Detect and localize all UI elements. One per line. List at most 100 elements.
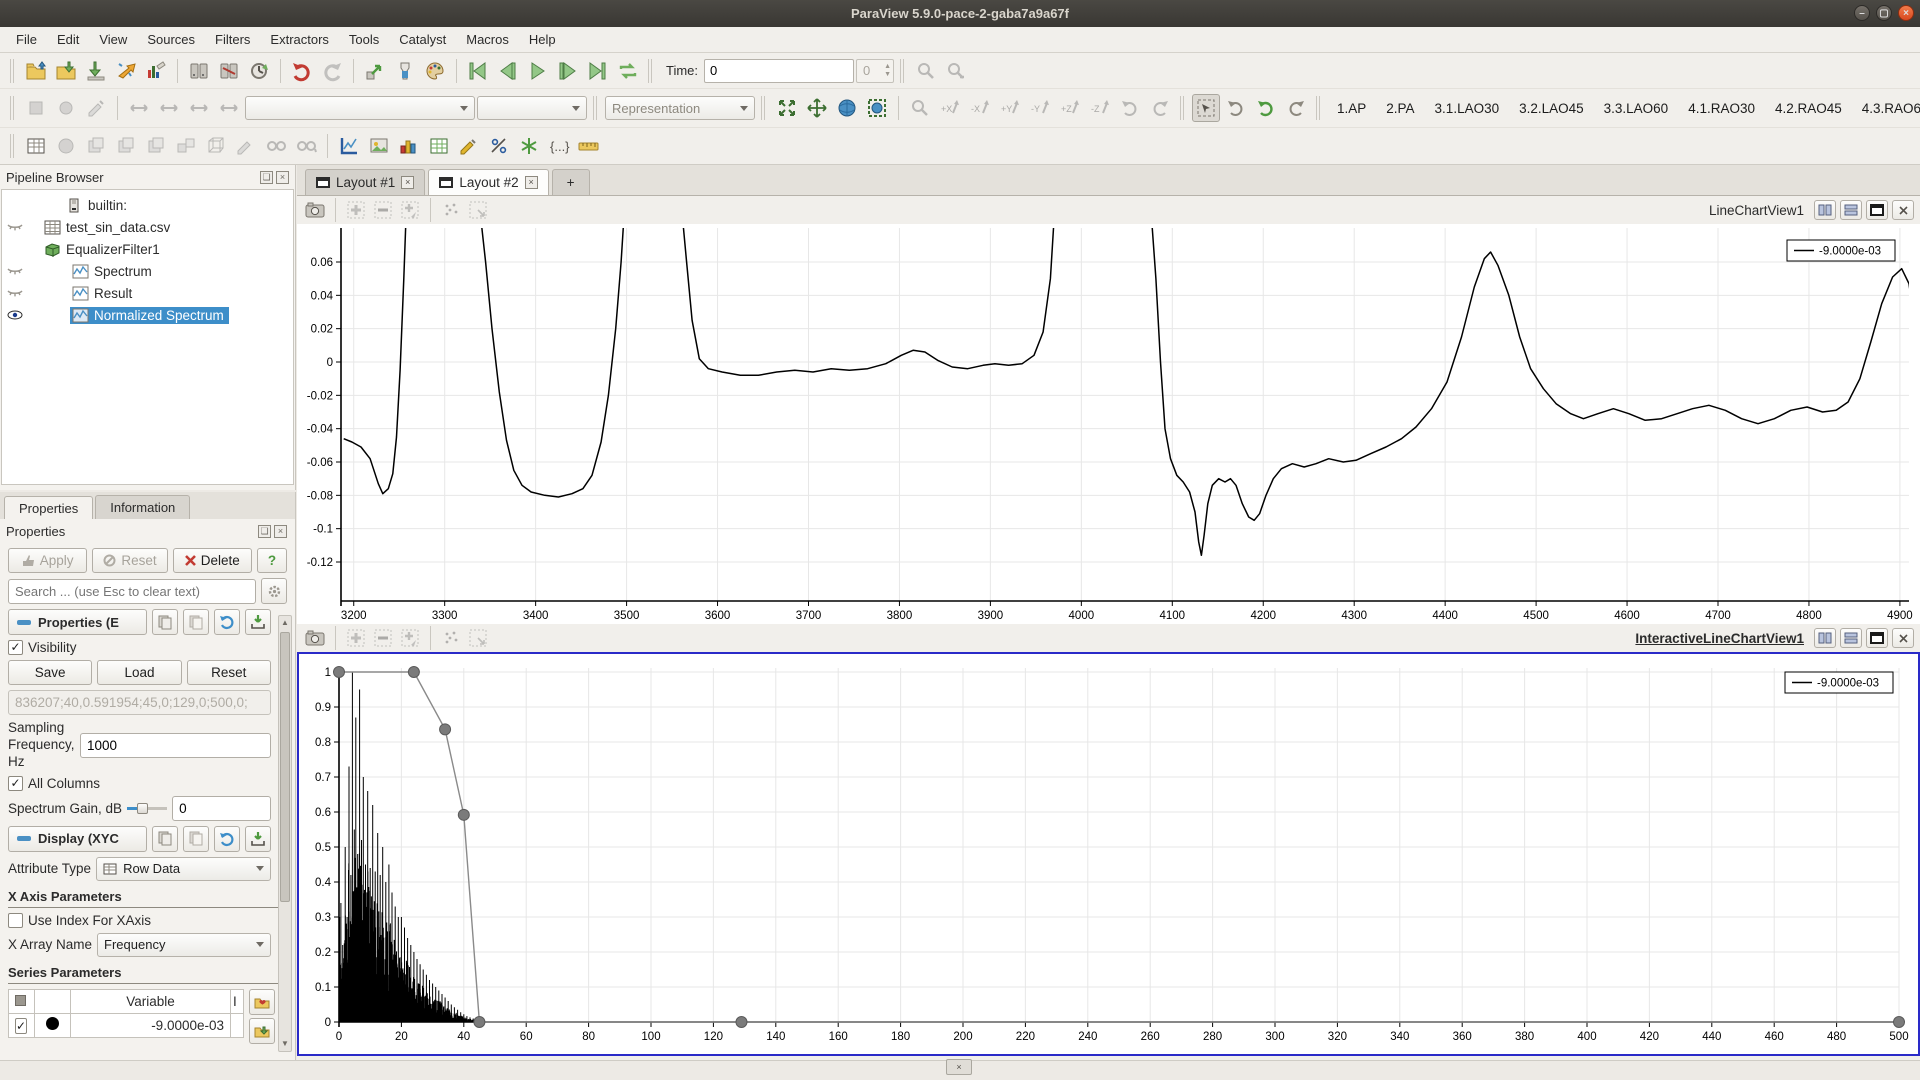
close-panel-icon[interactable]: ×	[274, 525, 287, 538]
menu-extractors[interactable]: Extractors	[260, 29, 339, 50]
slice-view-icon[interactable]	[52, 132, 80, 160]
split-vertical-icon[interactable]	[1840, 200, 1862, 220]
zoom-to-selection-icon[interactable]	[906, 94, 934, 122]
float-panel-icon[interactable]: ❏	[258, 525, 271, 538]
python-annotation-icon[interactable]	[515, 132, 543, 160]
select-points-icon[interactable]	[439, 626, 463, 650]
pipeline-item-result[interactable]: Result	[2, 282, 293, 304]
visibility-eye-closed-icon[interactable]	[2, 264, 28, 279]
close-view-icon[interactable]	[1892, 628, 1914, 648]
reset-camera-icon[interactable]	[773, 94, 801, 122]
split-horizontal-icon[interactable]	[1814, 628, 1836, 648]
time-index-spinner[interactable]: 0▲▼	[856, 59, 894, 83]
series-visible-checkbox[interactable]: ✓	[15, 1018, 27, 1034]
close-layout-icon[interactable]: ×	[401, 176, 414, 189]
attribute-type-combo[interactable]: Row Data	[96, 857, 271, 881]
copy-properties-icon[interactable]	[152, 609, 178, 635]
spectrum-gain-slider[interactable]	[127, 801, 167, 815]
play-icon[interactable]	[524, 57, 552, 85]
menu-sources[interactable]: Sources	[137, 29, 205, 50]
image-extract-icon[interactable]	[365, 132, 393, 160]
add-source-icon[interactable]	[361, 57, 389, 85]
equalizer-reset-button[interactable]: Reset	[187, 660, 271, 685]
equalizer-save-button[interactable]: Save	[8, 660, 92, 685]
interactive-line-chart-view[interactable]: 0204060801001201401601802002202402602803…	[297, 652, 1920, 1056]
camera-preset-pa[interactable]: 2.PA	[1377, 97, 1423, 120]
tab-properties[interactable]: Properties	[4, 496, 93, 520]
connect-server-icon[interactable]	[185, 57, 213, 85]
use-index-checkbox[interactable]	[8, 913, 23, 928]
menu-edit[interactable]: Edit	[47, 29, 89, 50]
maximize-view-icon[interactable]	[1866, 200, 1888, 220]
menu-filters[interactable]: Filters	[205, 29, 260, 50]
extract-points-icon[interactable]	[112, 132, 140, 160]
remove-chart-icon[interactable]	[371, 626, 395, 650]
menu-file[interactable]: File	[6, 29, 47, 50]
visibility-eye-open-icon[interactable]	[2, 308, 28, 323]
menu-view[interactable]: View	[89, 29, 137, 50]
favorites-folder-icon[interactable]	[249, 989, 275, 1015]
reset-defaults-icon[interactable]	[214, 609, 240, 635]
extract-block-icon[interactable]	[142, 132, 170, 160]
camera-preset-lao30[interactable]: 3.1.LAO30	[1426, 97, 1509, 120]
camera-settings-icon[interactable]	[1222, 94, 1250, 122]
tab-layout-2[interactable]: Layout #2×	[428, 169, 548, 195]
camera-redo-icon[interactable]	[1282, 94, 1310, 122]
zoom-closest-icon[interactable]	[833, 94, 861, 122]
scroll-up-arrow[interactable]: ▲	[279, 616, 291, 630]
select-rectangle-icon[interactable]	[466, 198, 490, 222]
visibility-eye-closed-icon[interactable]	[2, 286, 28, 301]
undo-icon[interactable]	[288, 57, 316, 85]
camera-preset-rao60[interactable]: 4.3.RAO60	[1853, 97, 1920, 120]
color-map-icon[interactable]	[391, 57, 419, 85]
delete-button[interactable]: Delete	[173, 548, 252, 573]
interaction-mode-toggle[interactable]	[1192, 94, 1220, 122]
scroll-down-arrow[interactable]: ▼	[279, 1037, 291, 1051]
add-chart-icon[interactable]	[344, 626, 368, 650]
rotate-90-cw-icon[interactable]	[1146, 94, 1174, 122]
color-by-combo[interactable]	[245, 96, 475, 120]
rescale-data-range-icon[interactable]	[155, 94, 183, 122]
camera-preset-ap[interactable]: 1.AP	[1328, 97, 1375, 120]
properties-scrollbar[interactable]: ▲ ▼	[278, 615, 292, 1052]
previous-frame-icon[interactable]	[494, 57, 522, 85]
histogram-view-icon[interactable]	[395, 132, 423, 160]
remove-chart-icon[interactable]	[371, 198, 395, 222]
rescale-range-icon[interactable]	[125, 94, 153, 122]
properties-section-header[interactable]: Properties (E	[8, 609, 147, 635]
extract-cells-icon[interactable]	[82, 132, 110, 160]
line-chart-view-icon[interactable]	[335, 132, 363, 160]
add-chart-selection-icon[interactable]	[398, 198, 422, 222]
spreadsheet-view-icon[interactable]	[22, 132, 50, 160]
x-array-name-combo[interactable]: Frequency	[97, 933, 271, 957]
set-view-plus-y-icon[interactable]: +Y	[996, 94, 1024, 122]
search-input[interactable]	[8, 579, 256, 604]
rotate-90-ccw-icon[interactable]	[1116, 94, 1144, 122]
programmable-annotation-icon[interactable]: {...}	[545, 132, 573, 160]
save-data-icon[interactable]	[82, 57, 110, 85]
camera-preset-lao60[interactable]: 3.3.LAO60	[1595, 97, 1678, 120]
search-options-gear-icon[interactable]	[261, 578, 287, 604]
close-button[interactable]: ×	[1898, 5, 1914, 21]
split-vertical-icon[interactable]	[1840, 628, 1862, 648]
copy-display-icon[interactable]	[152, 826, 178, 852]
load-series-folder-icon[interactable]	[249, 1018, 275, 1044]
menu-macros[interactable]: Macros	[456, 29, 519, 50]
maximize-button[interactable]: ▢	[1876, 5, 1892, 21]
menu-help[interactable]: Help	[519, 29, 566, 50]
inspect-data-icon[interactable]	[292, 132, 320, 160]
pipeline-item-test-sin-data[interactable]: test_sin_data.csv	[2, 216, 293, 238]
last-frame-icon[interactable]	[584, 57, 612, 85]
add-chart-icon[interactable]	[344, 198, 368, 222]
display-section-header[interactable]: Display (XYC	[8, 826, 147, 852]
palette-icon[interactable]	[421, 57, 449, 85]
pipeline-item-normalized-spectrum[interactable]: Normalized Spectrum	[2, 304, 293, 326]
ruler-icon[interactable]	[575, 132, 603, 160]
next-frame-icon[interactable]	[554, 57, 582, 85]
component-combo[interactable]	[477, 96, 587, 120]
set-view-minus-x-icon[interactable]: -X	[966, 94, 994, 122]
redo-icon[interactable]	[318, 57, 346, 85]
pipeline-item-spectrum[interactable]: Spectrum	[2, 260, 293, 282]
reset-camera-closest-icon[interactable]	[1252, 94, 1280, 122]
save-defaults-icon[interactable]	[245, 609, 271, 635]
